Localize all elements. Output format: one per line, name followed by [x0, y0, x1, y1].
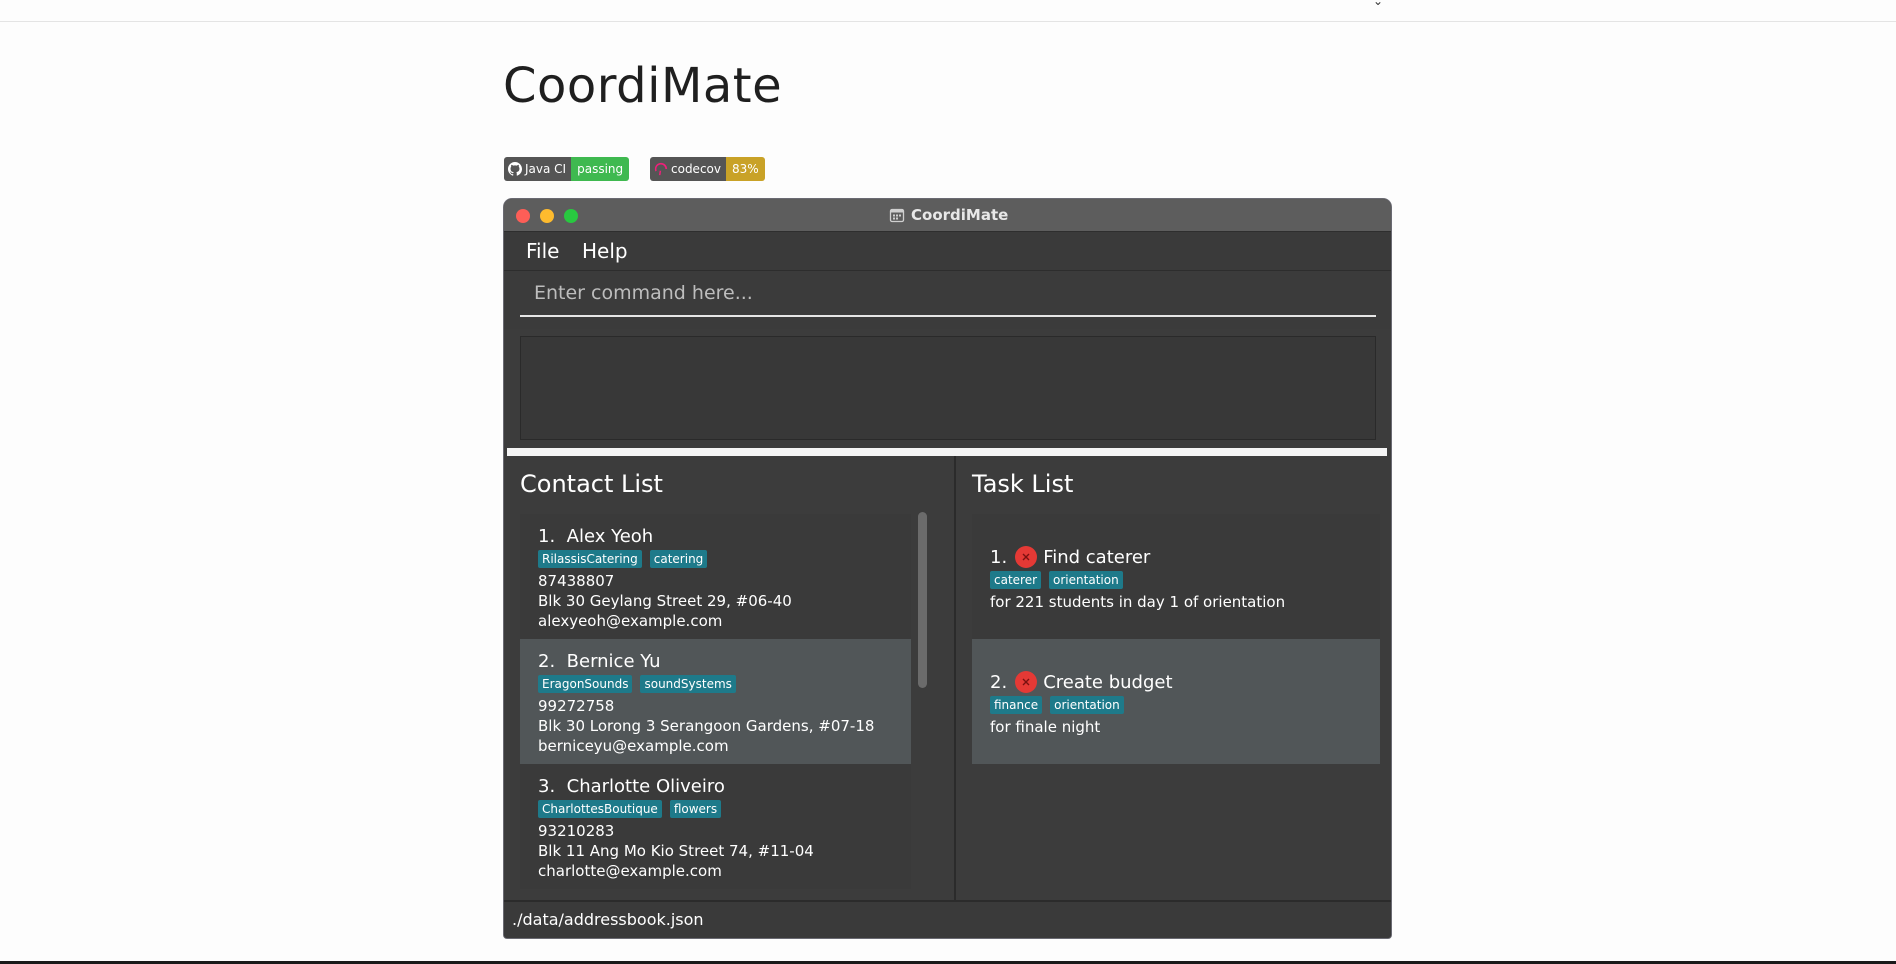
- window-titlebar: CoordiMate: [504, 199, 1391, 232]
- task-index: 2.: [990, 671, 1008, 693]
- task-list-title: Task List: [972, 470, 1074, 498]
- partial-icon: ⌄: [1373, 0, 1384, 8]
- maximize-window-button[interactable]: [564, 209, 578, 223]
- command-box: [504, 271, 1391, 329]
- calendar-icon: [889, 208, 905, 223]
- tag: RilassisCatering: [538, 550, 642, 568]
- contact-name: Alex Yeoh: [566, 526, 654, 547]
- tag: orientation: [1049, 571, 1123, 589]
- contact-address: Blk 30 Lorong 3 Serangoon Gardens, #07-1…: [538, 717, 875, 735]
- contact-index: 1.: [538, 526, 556, 547]
- status-path: ./data/addressbook.json: [512, 910, 704, 929]
- badge-value: 83%: [725, 157, 765, 181]
- codecov-badge[interactable]: codecov 83%: [650, 157, 765, 181]
- minimize-window-button[interactable]: [540, 209, 554, 223]
- contact-index: 2.: [538, 651, 556, 672]
- tag: catering: [649, 550, 708, 568]
- menu-bar: File Help: [504, 232, 1391, 271]
- contact-phone: 93210283: [538, 822, 615, 840]
- task-tags: caterer orientation: [990, 571, 1362, 589]
- tag: soundSystems: [640, 675, 736, 693]
- task-name: Find caterer: [1043, 546, 1151, 568]
- status-bar: ./data/addressbook.json: [504, 900, 1391, 938]
- contact-list-title: Contact List: [520, 470, 663, 498]
- panel-separator: [944, 456, 954, 900]
- contact-name: Bernice Yu: [566, 651, 661, 672]
- menu-file[interactable]: File: [526, 239, 559, 263]
- github-icon: [508, 162, 522, 176]
- menu-help[interactable]: Help: [582, 239, 628, 263]
- contact-address: Blk 30 Geylang Street 29, #06-40: [538, 592, 792, 610]
- contact-index: 3.: [538, 776, 556, 797]
- page-title: CoordiMate: [503, 58, 783, 114]
- contact-card[interactable]: 3. Charlotte Oliveiro CharlottesBoutique…: [520, 764, 911, 889]
- result-display: [520, 336, 1376, 440]
- contact-phone: 87438807: [538, 572, 615, 590]
- task-tags: finance orientation: [990, 696, 1362, 714]
- contact-list-scrollbar[interactable]: [915, 506, 929, 876]
- split-divider[interactable]: [507, 448, 1387, 456]
- contact-card[interactable]: 1. Alex Yeoh RilassisCatering catering 8…: [520, 514, 911, 639]
- tag: caterer: [990, 571, 1042, 589]
- browser-top-bar: ⌄: [0, 0, 1896, 22]
- app-window: CoordiMate File Help Contact List 1. Ale…: [504, 199, 1391, 938]
- tag: CharlottesBoutique: [538, 800, 662, 818]
- not-done-icon: [1015, 671, 1038, 693]
- command-input[interactable]: [520, 271, 1376, 317]
- tag: finance: [990, 696, 1043, 714]
- contact-tags: CharlottesBoutique flowers: [538, 800, 893, 818]
- contact-email: charlotte@example.com: [538, 862, 722, 880]
- task-name: Create budget: [1043, 671, 1173, 693]
- contact-address: Blk 11 Ang Mo Kio Street 74, #11-04: [538, 842, 814, 860]
- codecov-icon: [654, 162, 668, 176]
- window-title: CoordiMate: [911, 206, 1009, 224]
- task-note: for 221 students in day 1 of orientation: [990, 593, 1286, 611]
- contact-tags: RilassisCatering catering: [538, 550, 893, 568]
- contact-card[interactable]: 2. Bernice Yu EragonSounds soundSystems …: [520, 639, 911, 764]
- task-index: 1.: [990, 546, 1008, 568]
- tag: orientation: [1050, 696, 1124, 714]
- tag: EragonSounds: [538, 675, 633, 693]
- task-card[interactable]: 2. Create budget finance orientation for…: [972, 639, 1380, 764]
- task-card[interactable]: 1. Find caterer caterer orientation for …: [972, 514, 1380, 639]
- contact-tags: EragonSounds soundSystems: [538, 675, 893, 693]
- scrollbar-thumb[interactable]: [918, 512, 927, 688]
- badge-label: Java CI: [525, 162, 567, 176]
- close-window-button[interactable]: [516, 209, 530, 223]
- task-note: for finale night: [990, 718, 1101, 736]
- contact-name: Charlotte Oliveiro: [566, 776, 725, 797]
- contact-email: alexyeoh@example.com: [538, 612, 723, 630]
- contact-list-panel: Contact List 1. Alex Yeoh RilassisCateri…: [504, 456, 946, 900]
- java-ci-badge[interactable]: Java CI passing: [504, 157, 630, 181]
- badge-value: passing: [571, 157, 630, 181]
- contact-phone: 99272758: [538, 697, 615, 715]
- badge-label: codecov: [671, 162, 721, 176]
- not-done-icon: [1015, 546, 1038, 568]
- contact-email: berniceyu@example.com: [538, 737, 729, 755]
- tag: flowers: [669, 800, 722, 818]
- task-list-panel: Task List 1. Find caterer caterer orient…: [954, 456, 1391, 900]
